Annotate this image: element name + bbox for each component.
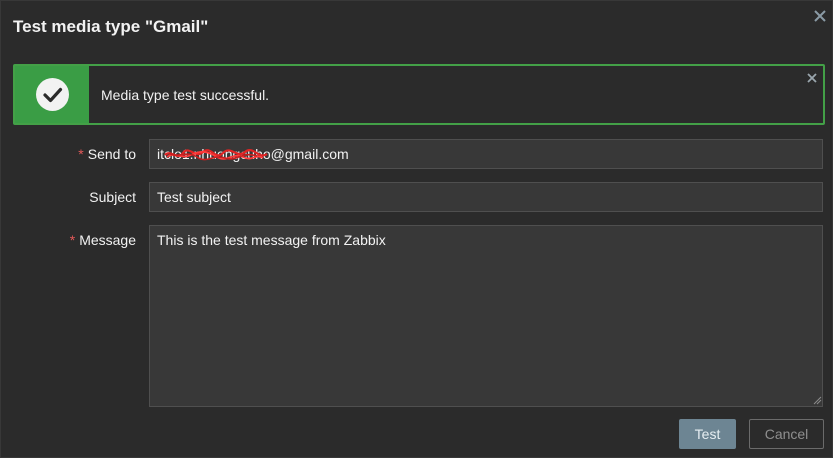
send-to-input[interactable] (149, 139, 823, 169)
checkmark-circle-icon (36, 78, 69, 111)
close-icon[interactable] (811, 7, 829, 25)
send-to-label-text: Send to (87, 146, 136, 162)
test-media-type-dialog: Test media type "Gmail" Media type test … (0, 0, 833, 458)
message-close-icon[interactable] (805, 71, 819, 85)
success-message-box: Media type test successful. (13, 64, 825, 125)
message-label: * Message (70, 232, 136, 248)
required-marker: * (69, 232, 76, 248)
message-label-text: Message (79, 232, 136, 248)
dialog-title: Test media type "Gmail" (13, 17, 209, 36)
message-textarea[interactable]: This is the test message from Zabbix (149, 225, 823, 407)
test-button[interactable]: Test (679, 419, 736, 449)
subject-input[interactable] (149, 182, 823, 212)
success-message-text: Media type test successful. (101, 87, 270, 103)
send-to-label: * Send to (78, 146, 136, 162)
cancel-button[interactable]: Cancel (749, 419, 824, 449)
required-marker: * (78, 146, 84, 162)
subject-label: Subject (89, 189, 136, 205)
message-icon-area (15, 66, 89, 123)
